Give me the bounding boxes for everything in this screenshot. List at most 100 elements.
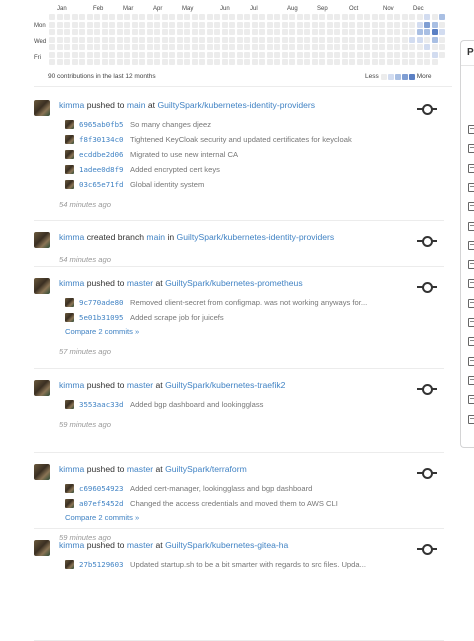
heatmap-cell[interactable] <box>101 51 108 58</box>
heatmap-cell[interactable] <box>176 59 183 65</box>
heatmap-cell[interactable] <box>274 51 280 58</box>
heatmap-cell[interactable] <box>409 36 415 43</box>
heatmap-cell[interactable] <box>229 44 235 50</box>
heatmap-cell[interactable] <box>199 51 205 58</box>
heatmap-cell[interactable] <box>199 59 205 65</box>
heatmap-cell[interactable] <box>356 36 363 43</box>
heatmap-cell[interactable] <box>71 21 78 28</box>
heatmap-cell[interactable] <box>304 29 310 35</box>
heatmap-cell[interactable] <box>86 36 93 43</box>
repo-icon[interactable] <box>468 298 474 308</box>
heatmap-cell[interactable] <box>154 44 160 50</box>
heatmap-cell[interactable] <box>154 51 160 58</box>
heatmap-cell[interactable] <box>64 21 70 28</box>
heatmap-cell[interactable] <box>56 21 63 28</box>
heatmap-cell[interactable] <box>184 59 190 65</box>
heatmap-cell[interactable] <box>371 51 378 58</box>
heatmap-cell[interactable] <box>49 36 55 43</box>
heatmap-cell[interactable] <box>116 29 123 35</box>
heatmap-cell[interactable] <box>394 44 400 50</box>
branch-link[interactable]: master <box>127 464 153 474</box>
heatmap-cell[interactable] <box>184 44 190 50</box>
heatmap-cell[interactable] <box>304 21 310 28</box>
heatmap-cell[interactable] <box>101 36 108 43</box>
heatmap-cell[interactable] <box>251 29 258 35</box>
heatmap-cell[interactable] <box>214 59 220 65</box>
heatmap-cell[interactable] <box>131 14 138 20</box>
heatmap-cell[interactable] <box>341 51 348 58</box>
heatmap-cell[interactable] <box>439 21 445 28</box>
heatmap-cell[interactable] <box>199 14 205 20</box>
heatmap-cell[interactable] <box>431 44 438 50</box>
heatmap-cell[interactable] <box>266 51 273 58</box>
heatmap-cell[interactable] <box>116 36 123 43</box>
heatmap-cell[interactable] <box>191 51 198 58</box>
user-link[interactable]: kimma <box>59 540 84 550</box>
heatmap-cell[interactable] <box>311 21 318 28</box>
heatmap-cell[interactable] <box>116 21 123 28</box>
heatmap-cell[interactable] <box>266 29 273 35</box>
heatmap-cell[interactable] <box>146 21 153 28</box>
heatmap-cell[interactable] <box>206 29 213 35</box>
heatmap-cell[interactable] <box>124 36 130 43</box>
heatmap-cell[interactable] <box>214 21 220 28</box>
heatmap-cell[interactable] <box>371 44 378 50</box>
heatmap-cell[interactable] <box>311 51 318 58</box>
heatmap-cell[interactable] <box>394 14 400 20</box>
heatmap-cell[interactable] <box>221 21 228 28</box>
heatmap-cell[interactable] <box>169 14 175 20</box>
heatmap-cell[interactable] <box>439 29 445 35</box>
heatmap-cell[interactable] <box>86 29 93 35</box>
commit-sha-link[interactable]: 6965ab0fb5 <box>79 120 124 129</box>
heatmap-cell[interactable] <box>274 29 280 35</box>
heatmap-cell[interactable] <box>394 36 400 43</box>
heatmap-cell[interactable] <box>244 21 250 28</box>
commit-sha-link[interactable]: 9c770ade80 <box>79 298 124 307</box>
heatmap-cell[interactable] <box>289 29 295 35</box>
heatmap-cell[interactable] <box>191 14 198 20</box>
user-avatar[interactable] <box>34 278 50 294</box>
heatmap-cell[interactable] <box>416 44 423 50</box>
heatmap-cell[interactable] <box>304 51 310 58</box>
heatmap-cell[interactable] <box>259 59 265 65</box>
heatmap-cell[interactable] <box>71 51 78 58</box>
heatmap-cell[interactable] <box>296 14 303 20</box>
heatmap-cell[interactable] <box>236 44 243 50</box>
heatmap-cell[interactable] <box>386 14 393 20</box>
heatmap-cell[interactable] <box>319 29 325 35</box>
heatmap-cell[interactable] <box>56 59 63 65</box>
heatmap-cell[interactable] <box>221 59 228 65</box>
heatmap-cell[interactable] <box>79 29 85 35</box>
heatmap-cell[interactable] <box>296 29 303 35</box>
repo-icon[interactable] <box>468 221 474 231</box>
user-link[interactable]: kimma <box>59 464 84 474</box>
user-avatar[interactable] <box>34 232 50 248</box>
heatmap-cell[interactable] <box>281 29 288 35</box>
heatmap-cell[interactable] <box>349 29 355 35</box>
heatmap-cell[interactable] <box>139 21 145 28</box>
heatmap-cell[interactable] <box>334 51 340 58</box>
heatmap-cell[interactable] <box>154 29 160 35</box>
heatmap-cell[interactable] <box>214 44 220 50</box>
heatmap-cell[interactable] <box>431 36 438 43</box>
heatmap-cell[interactable] <box>221 51 228 58</box>
heatmap-cell[interactable] <box>356 29 363 35</box>
repo-icon[interactable] <box>468 356 474 366</box>
heatmap-cell[interactable] <box>266 36 273 43</box>
heatmap-cell[interactable] <box>214 36 220 43</box>
heatmap-cell[interactable] <box>94 59 100 65</box>
heatmap-cell[interactable] <box>229 21 235 28</box>
heatmap-cell[interactable] <box>424 36 430 43</box>
heatmap-cell[interactable] <box>116 59 123 65</box>
heatmap-cell[interactable] <box>386 59 393 65</box>
repo-icon[interactable] <box>468 182 474 192</box>
heatmap-cell[interactable] <box>71 44 78 50</box>
heatmap-cell[interactable] <box>334 14 340 20</box>
heatmap-cell[interactable] <box>191 36 198 43</box>
heatmap-cell[interactable] <box>439 36 445 43</box>
heatmap-cell[interactable] <box>49 59 55 65</box>
commit-sha-link[interactable]: a07ef5452d <box>79 499 124 508</box>
heatmap-cell[interactable] <box>71 36 78 43</box>
heatmap-cell[interactable] <box>229 14 235 20</box>
heatmap-cell[interactable] <box>101 29 108 35</box>
